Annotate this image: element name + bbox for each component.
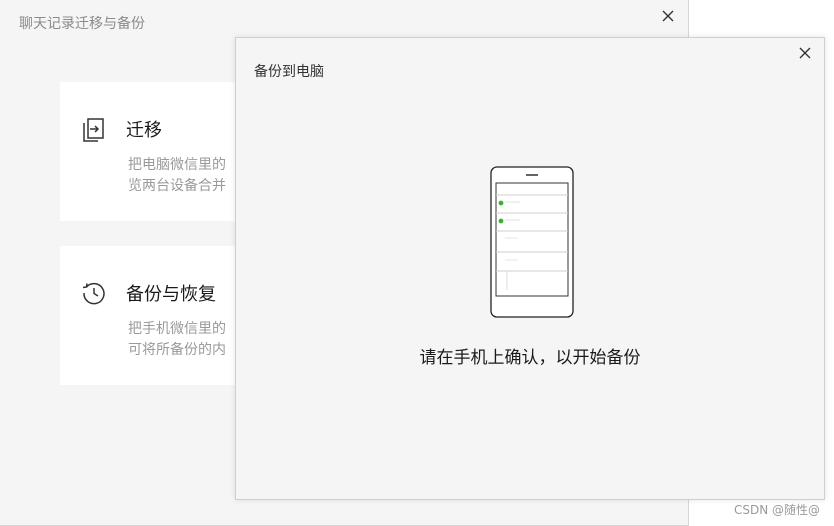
close-icon bbox=[799, 47, 811, 59]
close-icon bbox=[662, 10, 674, 22]
dialog-close-button[interactable] bbox=[795, 43, 815, 63]
dialog-title: 备份到电脑 bbox=[254, 64, 324, 80]
migrate-icon bbox=[83, 118, 104, 142]
main-close-button[interactable] bbox=[658, 6, 678, 26]
watermark: CSDN @随性@ bbox=[733, 503, 820, 517]
backup-restore-title: 备份与恢复 bbox=[126, 284, 216, 305]
migrate-title: 迁移 bbox=[126, 120, 162, 141]
phone-icon bbox=[490, 166, 574, 318]
backup-to-pc-dialog: 备份到电脑 请在手机上确认，以开始备份 bbox=[235, 37, 825, 500]
history-icon bbox=[82, 282, 105, 305]
main-window-title: 聊天记录迁移与备份 bbox=[19, 16, 145, 32]
dialog-message: 请在手机上确认，以开始备份 bbox=[419, 348, 641, 368]
screen: 聊天记录迁移与备份 迁移 把电脑微信里的 览两台设备合并 备份与恢复 把手机微信… bbox=[0, 0, 834, 526]
